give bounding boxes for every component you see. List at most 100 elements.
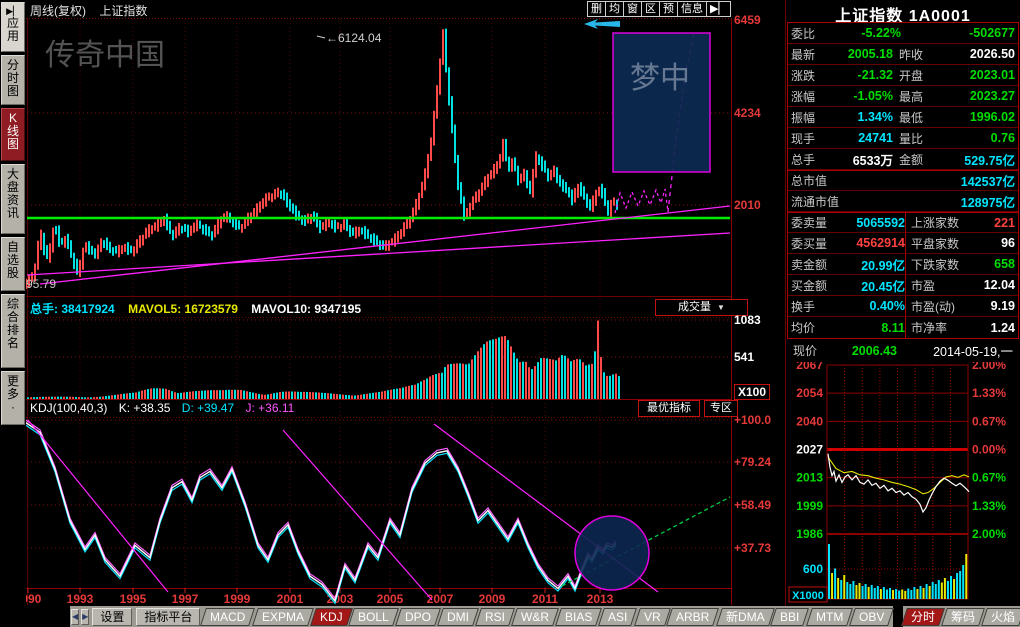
scroll-right-button[interactable]: ▶ xyxy=(81,609,89,625)
volume-bar xyxy=(567,358,569,399)
candle xyxy=(37,241,39,270)
kdj-d-value: D: +39.47 xyxy=(182,401,234,415)
indicator-tab-DMI[interactable]: DMI xyxy=(437,608,479,626)
quote-value: 6533万 xyxy=(829,150,893,169)
intraday-volume-bar xyxy=(859,583,861,599)
indicator-tab-RSI[interactable]: RSI xyxy=(475,608,515,626)
indicator-tab-MTM[interactable]: MTM xyxy=(806,608,853,626)
zone-button[interactable]: 专区 xyxy=(704,400,738,417)
volume-bar xyxy=(372,393,374,399)
candle xyxy=(538,154,540,165)
indicator-tab-BOLL[interactable]: BOLL xyxy=(348,608,399,626)
candle xyxy=(118,245,120,258)
candle xyxy=(460,182,462,204)
toolbar-button[interactable]: 均 xyxy=(606,1,624,17)
volume-bar xyxy=(27,397,29,399)
indicator-tab-ARBR[interactable]: ARBR xyxy=(667,608,720,626)
quote-value: 0.40% xyxy=(841,299,905,313)
settings-button[interactable]: 设置 xyxy=(92,608,132,626)
kdj-name-label: KDJ(100,40,3) xyxy=(30,401,107,415)
volume-bar xyxy=(564,356,566,399)
volume-bar xyxy=(483,344,485,399)
volume-bar xyxy=(87,397,89,399)
quote-value: 4562914 xyxy=(841,236,905,250)
volume-bar xyxy=(339,394,341,399)
sidebar-item-综合排名[interactable]: 综合排名 xyxy=(1,294,25,368)
candle xyxy=(400,229,402,239)
indicator-tab-MACD[interactable]: MACD xyxy=(200,608,255,626)
candle xyxy=(493,164,495,178)
intraday-percent-label: 0.67% xyxy=(972,414,1006,428)
candle xyxy=(262,198,264,209)
best-indicator-button[interactable]: 最优指标 xyxy=(638,400,700,417)
candle xyxy=(139,235,141,247)
volume-bar xyxy=(495,339,497,399)
volume-bar xyxy=(369,393,371,399)
volume-bar xyxy=(381,391,383,399)
candle xyxy=(586,194,588,208)
candle xyxy=(343,219,345,229)
sidebar-item-K线图[interactable]: K线图 xyxy=(1,108,25,161)
candle xyxy=(451,96,453,133)
toolbar-button[interactable]: 信息 xyxy=(678,1,707,17)
toolbar-button[interactable]: 删 xyxy=(587,1,606,17)
indicator-tab-新DMA[interactable]: 新DMA xyxy=(716,608,775,626)
intraday-volume-bar xyxy=(852,581,854,599)
detail-row: 委卖量5065592上涨家数221 xyxy=(788,212,1018,233)
indicator-tab-VR[interactable]: VR xyxy=(634,608,671,626)
quote-table: 委比-5.22%-502677最新2005.18昨收2026.50涨跌-21.3… xyxy=(787,22,1019,339)
indicator-tab-BIAS[interactable]: BIAS xyxy=(555,608,602,626)
volume-bar xyxy=(129,393,131,399)
candle xyxy=(346,219,348,231)
indicator-tab-BBI[interactable]: BBI xyxy=(771,608,810,626)
candle xyxy=(601,184,603,199)
indicator-tab-DPO[interactable]: DPO xyxy=(395,608,441,626)
toolbar-button[interactable]: 预 xyxy=(660,1,678,17)
sidebar-item-更多·[interactable]: 更多· xyxy=(1,371,25,425)
indicator-platform-button[interactable]: 指标平台 xyxy=(136,608,200,626)
volume-bar xyxy=(354,396,356,399)
volume-bar xyxy=(156,388,158,399)
indicator-tab-ASI[interactable]: ASI xyxy=(599,608,638,626)
panel-tab-筹码[interactable]: 筹码 xyxy=(941,608,985,626)
candle xyxy=(367,229,369,239)
panel-tab-分时[interactable]: 分时 xyxy=(901,608,945,626)
indicator-tab-EXPMA[interactable]: EXPMA xyxy=(252,608,314,626)
candle xyxy=(397,231,399,243)
intraday-volume-bar xyxy=(932,582,934,599)
volume-bar xyxy=(444,367,446,399)
sidebar-item-大盘资讯[interactable]: 大盘资讯 xyxy=(1,164,25,234)
indicator-tab-KDJ[interactable]: KDJ xyxy=(310,608,353,626)
toolbar-next-icon-button[interactable]: ▶▏ xyxy=(707,1,731,17)
indicator-tab-OBV[interactable]: OBV xyxy=(849,608,894,626)
scroll-left-button[interactable]: ◀ xyxy=(71,609,79,625)
sidebar-item-应用[interactable]: ▶▏应用 xyxy=(1,2,25,52)
toolbar-button[interactable]: 窗 xyxy=(624,1,642,17)
candle xyxy=(184,224,186,232)
quote-title: 上证指数 1A0001 xyxy=(786,0,1020,21)
volume-bar xyxy=(141,391,143,399)
candle xyxy=(274,189,276,199)
indicator-tab-W&R[interactable]: W&R xyxy=(511,608,559,626)
current-price-value: 2006.43 xyxy=(831,344,897,358)
candle xyxy=(70,240,72,258)
indicator-tab-strip: ◀▶设置指标平台MACDEXPMAKDJBOLLDPODMIRSIW&RBIAS… xyxy=(70,606,1020,627)
candle xyxy=(52,228,54,253)
volume-bar xyxy=(81,397,83,399)
market-cap-row: 流通市值128975亿 xyxy=(788,191,1018,212)
candle xyxy=(442,29,444,65)
quote-row: 最新2005.18昨收2026.50 xyxy=(788,44,1018,65)
panel-tab-火焰[interactable]: 火焰 xyxy=(981,608,1020,626)
volume-bar xyxy=(432,375,434,399)
toolbar-button[interactable]: 区 xyxy=(642,1,660,17)
intraday-volume-bar xyxy=(907,589,909,600)
candle xyxy=(46,245,48,259)
intraday-volume-bar xyxy=(849,584,851,599)
sidebar-item-分时图[interactable]: 分时图 xyxy=(1,55,25,105)
sidebar-item-char: 图 xyxy=(2,138,24,151)
sidebar-item-自选股[interactable]: 自选股 xyxy=(1,237,25,291)
quote-value: 221 xyxy=(969,216,1015,230)
volume-bar xyxy=(216,390,218,399)
candle xyxy=(121,245,123,254)
quote-value: 2023.27 xyxy=(937,89,1015,103)
